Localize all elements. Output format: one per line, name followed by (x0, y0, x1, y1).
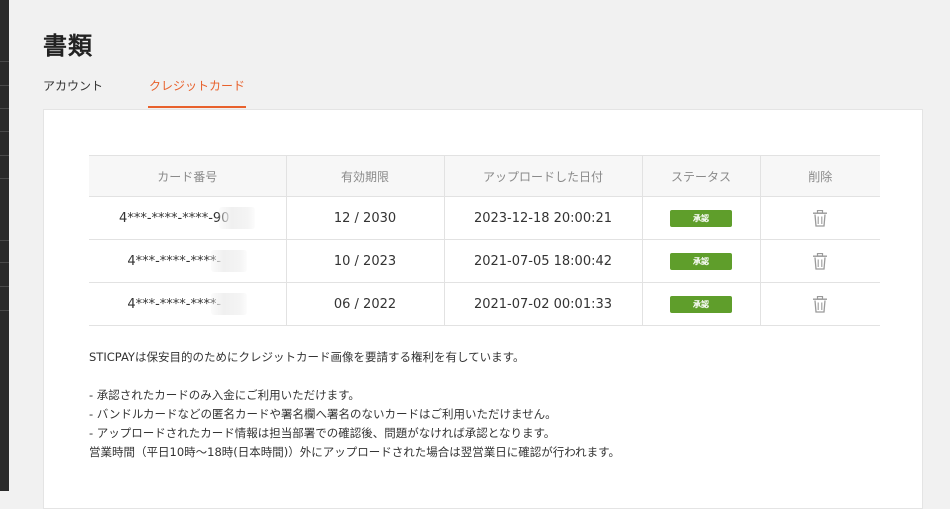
notes-line: - バンドルカードなどの匿名カードや署名欄へ署名のないカードはご利用いただけませ… (89, 407, 557, 421)
column-header-status: ステータス (641, 155, 760, 197)
redacted-digits (211, 249, 248, 272)
table-row: 4***-****-****- 10 / 2023 2021-07-05 18:… (89, 239, 880, 283)
sidebar-divider (0, 286, 9, 287)
sidebar-divider (0, 240, 9, 241)
sidebar-divider (0, 131, 9, 132)
card-upload-notes: STICPAYは保安目的のためにクレジットカード画像を要請する権利を有しています… (89, 348, 879, 462)
status-badge: 承認 (670, 209, 732, 227)
credit-card-documents-panel: カード番号 有効期限 アップロードした日付 ステータス 削除 4***-****… (43, 109, 923, 509)
card-number-cell: 4***-****-****-90 (89, 196, 286, 240)
status-cell: 承認 (641, 282, 760, 326)
table-header-row: カード番号 有効期限 アップロードした日付 ステータス 削除 (89, 155, 880, 197)
sidebar-divider (0, 108, 9, 109)
card-number-text: 4***-****-****- (127, 296, 222, 312)
upload-date-cell: 2021-07-02 00:01:33 (443, 282, 642, 326)
expiry-cell: 10 / 2023 (285, 239, 444, 283)
status-cell: 承認 (641, 239, 760, 283)
page-title: 書類 (43, 32, 93, 60)
sidebar-divider (0, 85, 9, 86)
column-header-card-number: カード番号 (89, 155, 286, 197)
expiry-cell: 06 / 2022 (285, 282, 444, 326)
card-number-cell: 4***-****-****- (89, 239, 286, 283)
table-row: 4***-****-****- 06 / 2022 2021-07-02 00:… (89, 282, 880, 326)
tab-credit-card[interactable]: クレジットカード (148, 74, 247, 108)
delete-cell (759, 282, 880, 326)
card-number-text: 4***-****-****-90 (119, 210, 230, 226)
card-number: 4***-****-****-90 (119, 206, 256, 229)
trash-icon[interactable] (812, 295, 828, 313)
status-badge: 承認 (670, 252, 732, 270)
expiry-cell: 12 / 2030 (285, 196, 444, 240)
sidebar-divider (0, 310, 9, 311)
sidebar-divider (0, 61, 9, 62)
redacted-digits (219, 206, 256, 229)
trash-icon[interactable] (812, 209, 828, 227)
upload-date-cell: 2023-12-18 20:00:21 (443, 196, 642, 240)
notes-business-hours: 営業時間（平日10時～18時(日本時間)）外にアップロードされた場合は翌営業日に… (89, 445, 621, 459)
column-header-delete: 削除 (759, 155, 880, 197)
notes-line: - アップロードされたカード情報は担当部署での確認後、問題がなければ承認となりま… (89, 426, 556, 440)
sidebar-divider (0, 155, 9, 156)
notes-intro: STICPAYは保安目的のためにクレジットカード画像を要請する権利を有しています… (89, 350, 525, 364)
card-number: 4***-****-****- (127, 292, 248, 315)
delete-cell (759, 239, 880, 283)
column-header-upload-date: アップロードした日付 (443, 155, 642, 197)
status-badge: 承認 (670, 295, 732, 313)
notes-spacer (89, 367, 879, 386)
notes-line: - 承認されたカードのみ入金にご利用いただけます。 (89, 388, 360, 402)
card-number-text: 4***-****-****- (127, 253, 222, 269)
card-number: 4***-****-****- (127, 249, 248, 272)
trash-icon[interactable] (812, 252, 828, 270)
column-header-expiry: 有効期限 (285, 155, 444, 197)
sidebar-divider (0, 178, 9, 179)
delete-cell (759, 196, 880, 240)
sidebar-divider (0, 262, 9, 263)
left-sidebar-edge (0, 0, 9, 491)
credit-card-table: カード番号 有効期限 アップロードした日付 ステータス 削除 4***-****… (89, 155, 880, 326)
redacted-digits (211, 292, 248, 315)
document-tabs: アカウント クレジットカード (43, 74, 291, 108)
tab-account[interactable]: アカウント (43, 74, 103, 105)
card-number-cell: 4***-****-****- (89, 282, 286, 326)
upload-date-cell: 2021-07-05 18:00:42 (443, 239, 642, 283)
table-row: 4***-****-****-90 12 / 2030 2023-12-18 2… (89, 196, 880, 240)
status-cell: 承認 (641, 196, 760, 240)
